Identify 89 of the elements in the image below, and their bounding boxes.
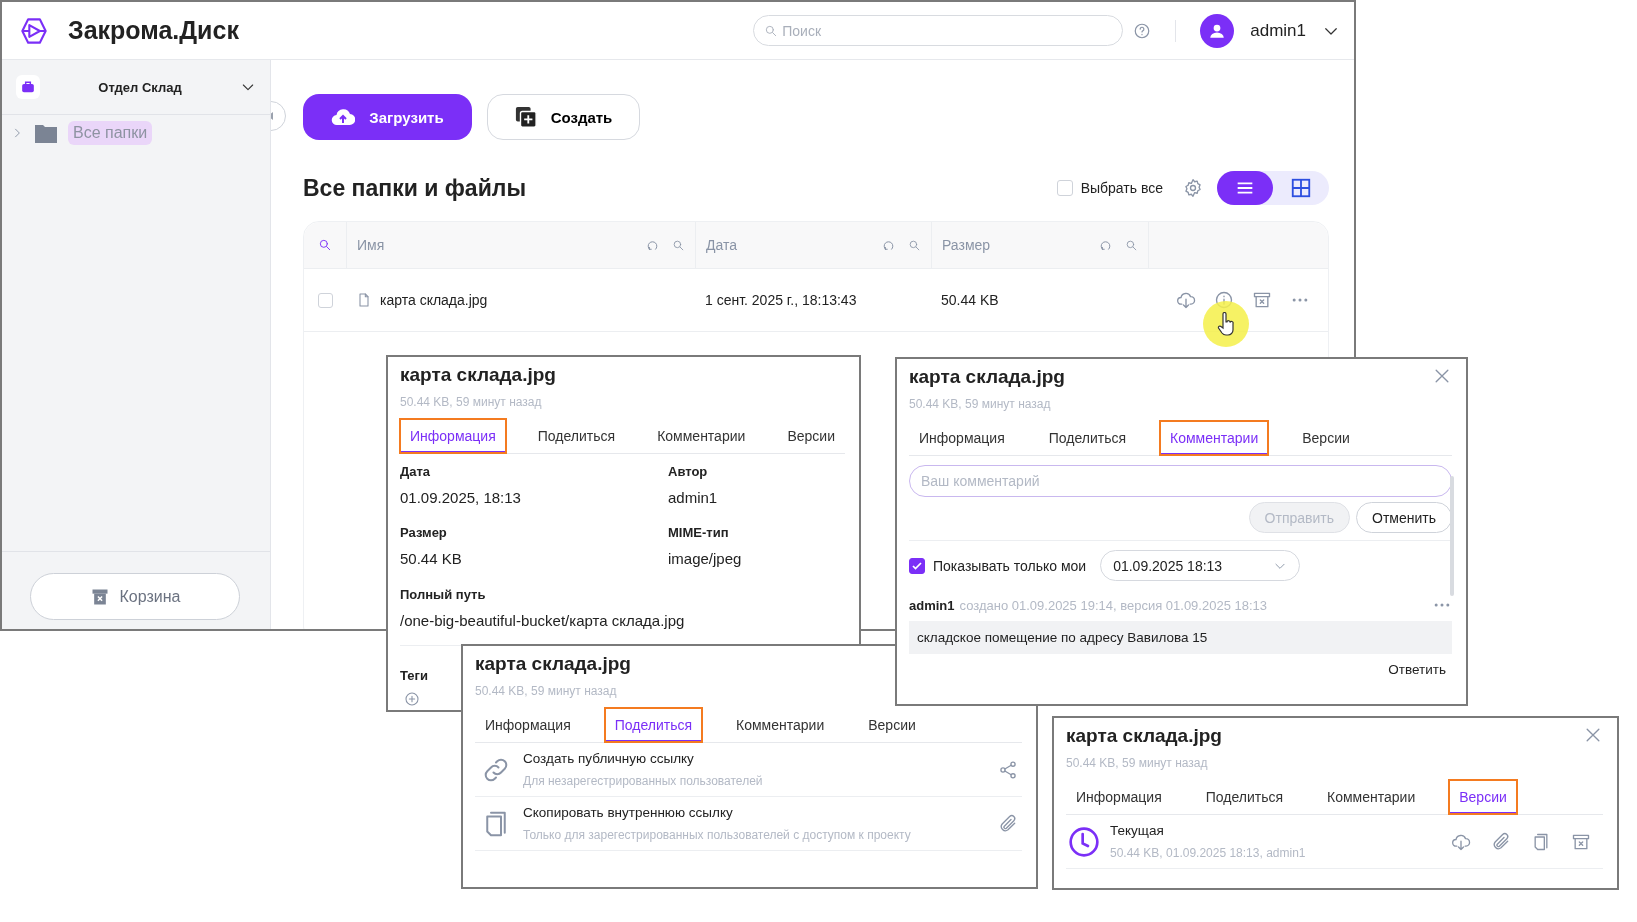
panel-tab[interactable]: Поделиться xyxy=(1195,780,1294,814)
briefcase-icon xyxy=(16,75,40,99)
field-label: Автор xyxy=(668,464,709,479)
logo-icon xyxy=(20,16,48,45)
panel-tab[interactable]: Поделиться xyxy=(604,708,703,742)
panel-tab[interactable]: Версии xyxy=(1449,780,1517,814)
comment-meta: создано 01.09.2025 19:14, версия 01.09.2025 18:13 xyxy=(959,597,1269,613)
comment-field[interactable]: Ваш комментарий xyxy=(909,465,1452,497)
cancel-button[interactable]: Отменить xyxy=(1356,502,1452,533)
share-option-description: Для незарегестрированных пользователей xyxy=(523,774,764,788)
select-all-checkbox[interactable] xyxy=(1056,180,1073,196)
share-option-title[interactable]: Создать публичную ссылку xyxy=(523,751,986,766)
panel-tab[interactable]: Версии xyxy=(1292,421,1360,455)
panel-tab[interactable]: Комментарии xyxy=(1160,421,1269,455)
trash-icon[interactable] xyxy=(1252,290,1272,310)
search-icon xyxy=(1125,238,1138,252)
file-name[interactable]: карта склада.jpg xyxy=(380,292,488,308)
panel-tab[interactable]: Информация xyxy=(909,421,1015,455)
panel-title: карта склада.jpg xyxy=(909,366,1066,388)
checkbox-label[interactable]: Показывать только мои xyxy=(933,557,1087,574)
panel-tab[interactable]: Комментарии xyxy=(726,708,835,742)
settings-icon[interactable] xyxy=(1183,178,1203,198)
field-value: 01.09.2025, 18:13 xyxy=(400,489,522,506)
share-option-title[interactable]: Скопировать внутреннюю ссылку xyxy=(523,805,986,820)
field-label: MIME-тип xyxy=(668,525,730,540)
paperclip-icon[interactable] xyxy=(1491,831,1511,852)
help-icon[interactable] xyxy=(1133,21,1152,40)
panel-title: карта склада.jpg xyxy=(1066,725,1223,747)
comment-author: admin1 xyxy=(909,597,955,613)
upload-button[interactable]: Загрузить xyxy=(303,94,472,140)
list-view-button[interactable] xyxy=(1217,171,1273,205)
comment-text: складское помещение по адресу Вавилова 15 xyxy=(909,621,1452,654)
search-icon xyxy=(908,238,921,252)
field-label: Размер xyxy=(400,525,448,540)
cloud-upload-icon xyxy=(331,107,356,127)
row-checkbox[interactable] xyxy=(317,292,333,308)
search-icon xyxy=(672,238,685,252)
search-field[interactable]: Поиск xyxy=(753,15,1124,46)
grid-icon xyxy=(1290,177,1312,199)
field-label: Полный путь xyxy=(400,587,487,602)
trash-button[interactable]: Корзина xyxy=(30,573,240,620)
file-icon xyxy=(356,292,372,308)
panel-tab[interactable]: Информация xyxy=(1066,780,1172,814)
field-label: Дата xyxy=(400,464,432,479)
field-value: /one-big-beautiful-bucket/карта склада.jpg xyxy=(400,612,686,629)
avatar-icon[interactable] xyxy=(1200,13,1235,48)
page-title: Все папки и файлы xyxy=(303,174,528,202)
panel-tab[interactable]: Комментарии xyxy=(1317,780,1426,814)
folder-icon xyxy=(34,122,58,144)
panel-tab[interactable]: Комментарии xyxy=(647,419,756,453)
clock-icon xyxy=(1068,825,1100,858)
panel-tab[interactable]: Версии xyxy=(777,419,845,453)
create-button[interactable]: Создать xyxy=(487,94,640,140)
share-option-description: Только для зарегестрированных пользователей с доступом к проекту xyxy=(523,828,912,842)
reply-link[interactable]: Ответить xyxy=(1382,662,1452,677)
table-cell: 1 сент. 2025 г., 18:13:43 xyxy=(705,292,857,308)
search-icon xyxy=(318,238,332,252)
workspace-name[interactable]: Отдел Склад xyxy=(50,79,230,95)
hand-cursor-icon xyxy=(1217,312,1235,336)
search-icon xyxy=(764,24,779,38)
panel-subtitle: 50.44 KB, 59 минут назад xyxy=(475,684,618,698)
panel-title: карта склада.jpg xyxy=(400,364,557,386)
field-value: 50.44 KB xyxy=(400,550,463,567)
panel-tab[interactable]: Версии xyxy=(858,708,926,742)
version-title: Текущая xyxy=(1110,823,1165,838)
table-cell: 50.44 KB xyxy=(941,292,999,308)
version-meta: 50.44 KB, 01.09.2025 18:13, admin1 xyxy=(1110,846,1307,860)
add-copy-icon xyxy=(514,106,537,128)
cloud-download-icon[interactable] xyxy=(1176,290,1196,310)
checkmark-icon xyxy=(911,559,923,572)
select-all-label[interactable]: Выбрать все xyxy=(1080,180,1163,196)
panel-tab[interactable]: Поделиться xyxy=(527,419,626,453)
checkbox[interactable] xyxy=(909,557,925,574)
add-tag-icon[interactable] xyxy=(404,691,420,707)
panel-subtitle: 50.44 KB, 59 минут назад xyxy=(909,397,1052,411)
tags-label: Теги xyxy=(400,668,429,683)
username[interactable]: admin1 xyxy=(1250,20,1306,41)
panel-tab[interactable]: Поделиться xyxy=(1038,421,1137,455)
share-icon[interactable] xyxy=(998,759,1018,780)
scrollbar[interactable] xyxy=(1450,476,1454,596)
paperclip-icon[interactable] xyxy=(998,813,1018,834)
panel-tab[interactable]: Информация xyxy=(400,419,506,453)
field-value: image/jpeg xyxy=(668,550,743,567)
panel-tab[interactable]: Информация xyxy=(475,708,581,742)
panel-subtitle: 50.44 KB, 59 минут назад xyxy=(400,395,543,409)
app-logo-text: Закрома.Диск xyxy=(68,16,240,45)
field-value: admin1 xyxy=(668,489,719,506)
panel-subtitle: 50.44 KB, 59 минут назад xyxy=(1066,756,1209,770)
panel-title: карта склада.jpg xyxy=(475,653,632,675)
